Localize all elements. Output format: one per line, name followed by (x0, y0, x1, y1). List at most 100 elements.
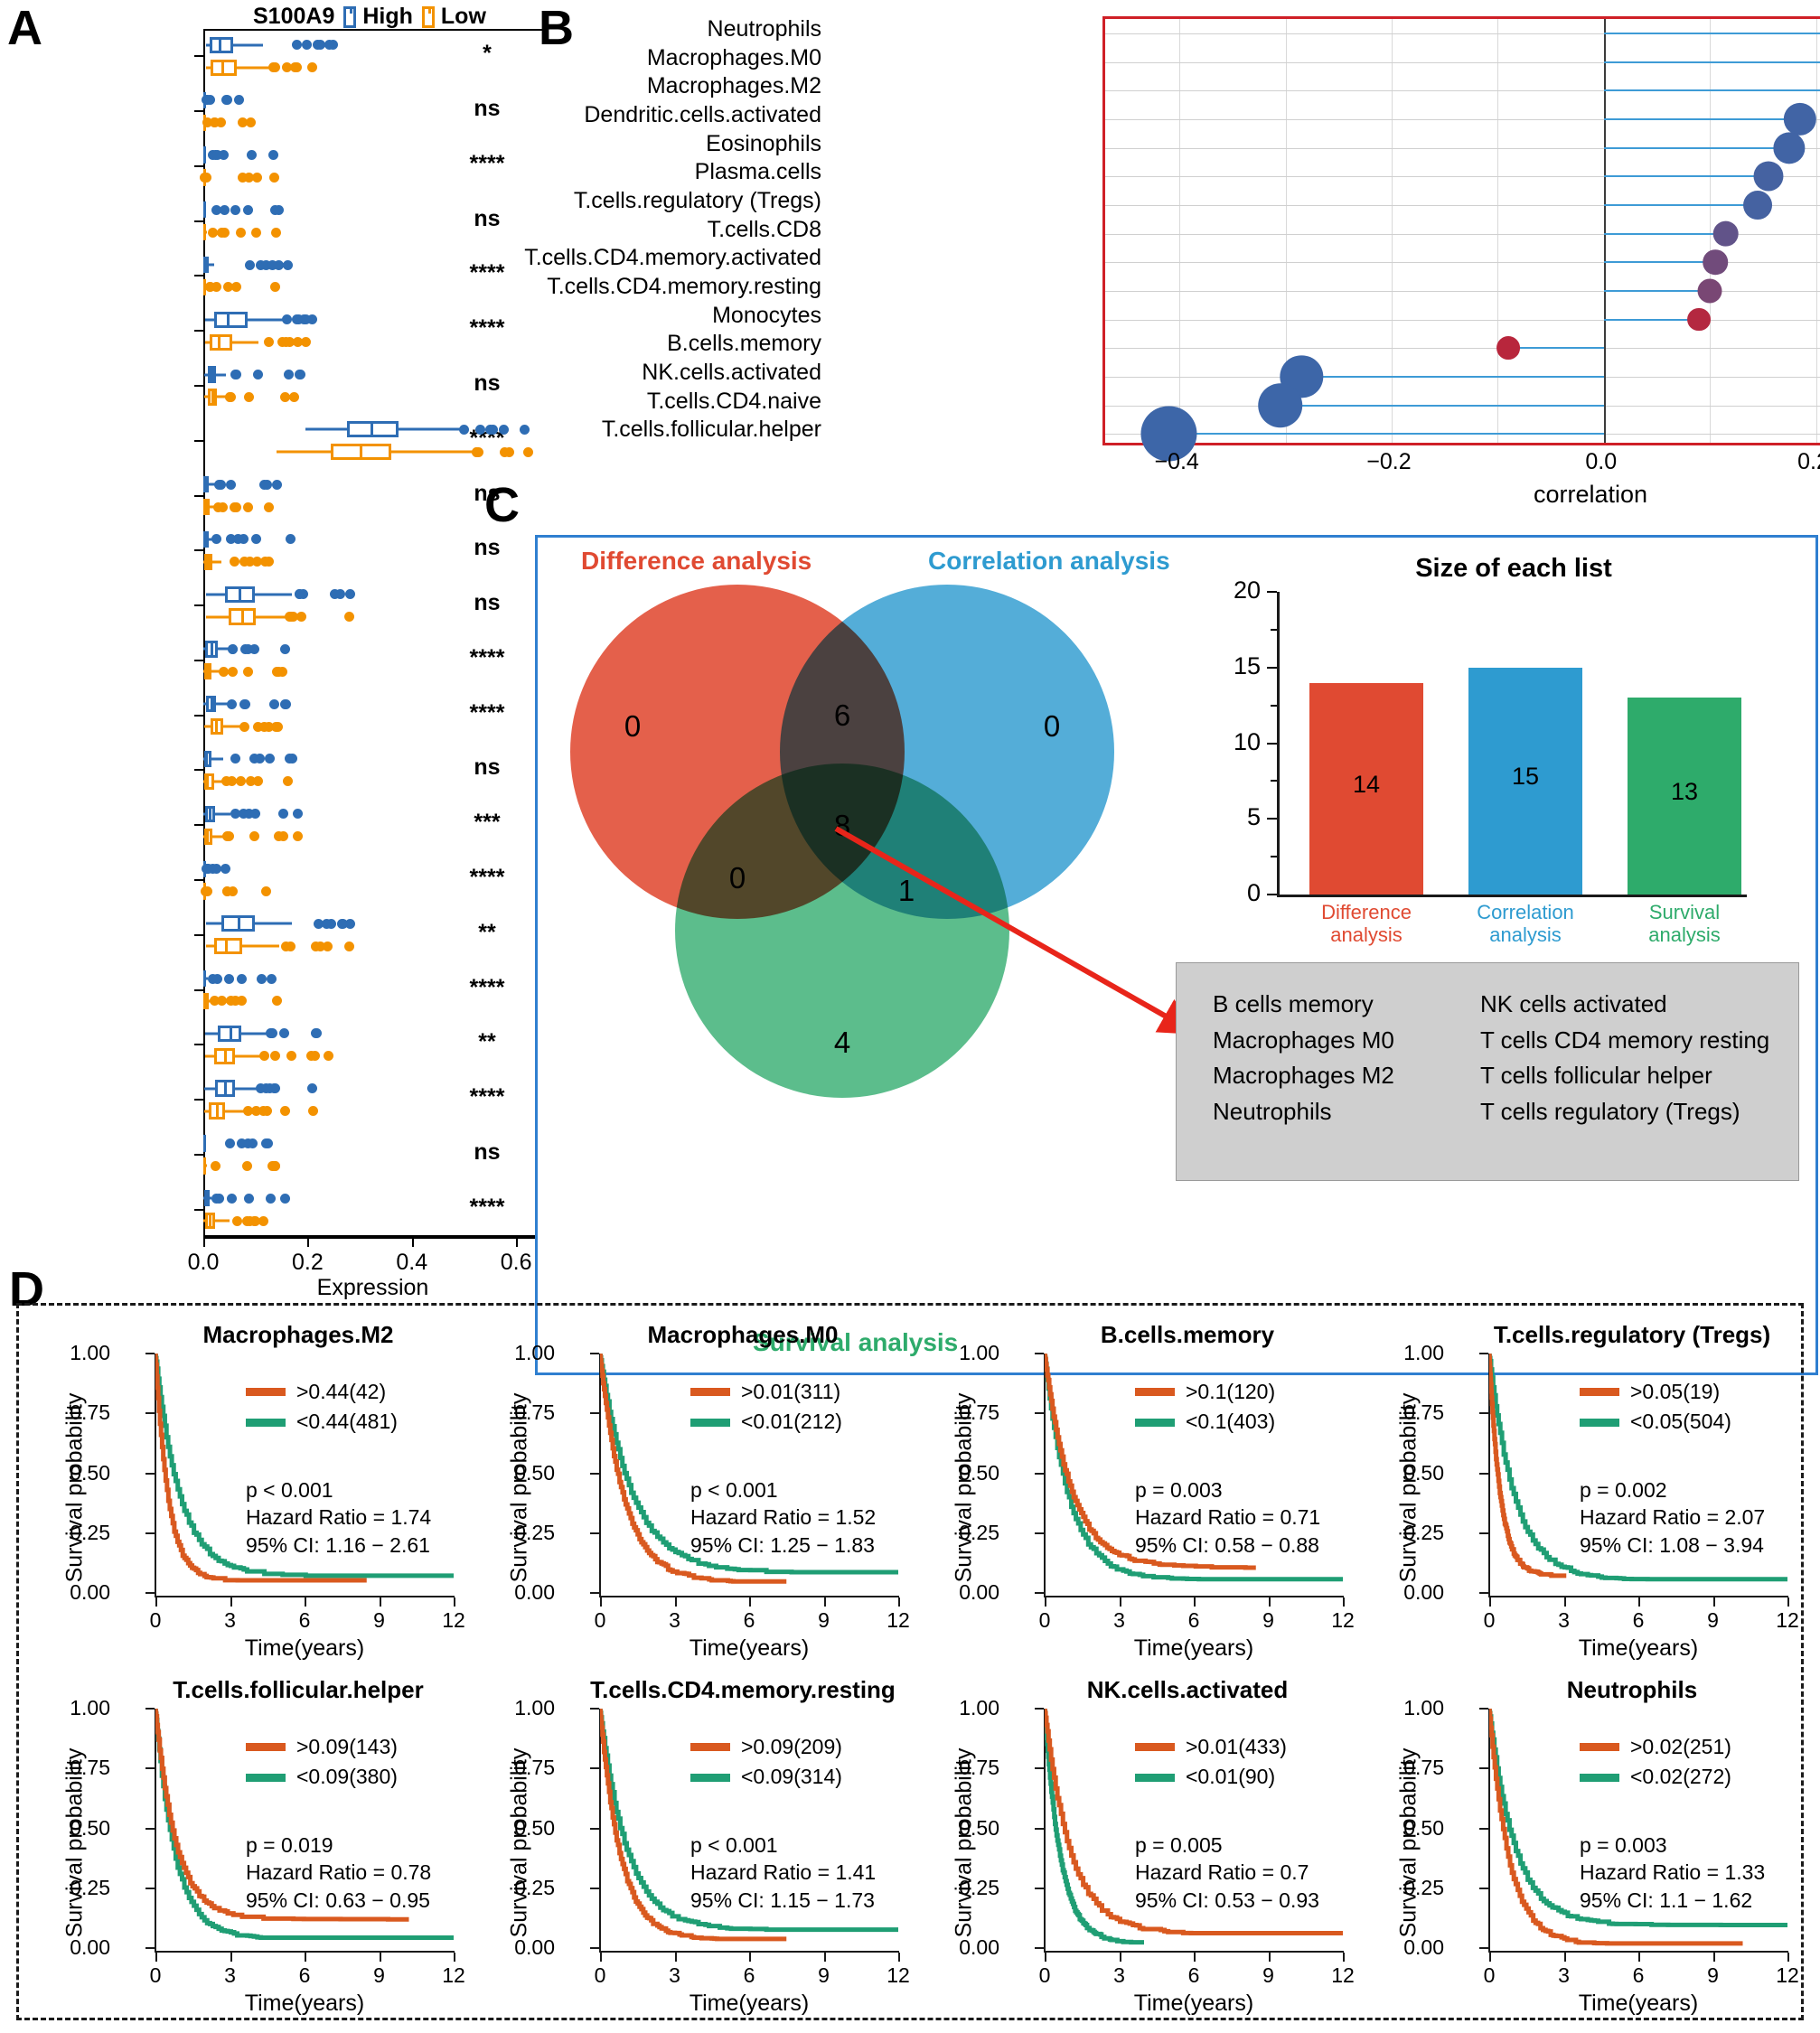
panel-b-point (1742, 190, 1772, 220)
panel-b-stem (1603, 203, 1758, 206)
km-high-swatch (246, 1743, 286, 1752)
panel-a-box-high (0, 805, 542, 822)
panel-a-outlier-point (211, 204, 221, 215)
panel-a-outlier-point (258, 721, 269, 732)
panel-a-outlier-point (227, 1193, 238, 1204)
bar-chart-title: Size of each list (1415, 554, 1612, 583)
km-legend-high: >0.09(143) (246, 1732, 398, 1762)
km-y-title: Survival probability (61, 1747, 88, 1938)
km-x-tick-label: 12 (887, 1608, 910, 1632)
km-x-title: Time(years) (689, 1991, 810, 2016)
km-y-tick (145, 1887, 155, 1889)
km-y-tick-label: 0.00 (514, 1580, 555, 1604)
panel-b-stem (1603, 61, 1820, 63)
km-x-tick (823, 1953, 826, 1962)
panel-a-box-low (0, 608, 542, 625)
km-y-title: Survival probability (61, 1392, 88, 1583)
panel-a-outlier-point (245, 259, 256, 270)
panel-b-point (1712, 220, 1740, 247)
panel-a-outlier-point (239, 721, 249, 732)
panel-a-outlier-point (219, 666, 230, 677)
venn-count-correlation-only: 0 (1043, 709, 1061, 743)
km-legend-high: >0.44(42) (246, 1377, 398, 1407)
panel-a-outlier-point (235, 227, 246, 238)
km-x-tick-label: 3 (669, 1608, 680, 1632)
panel-a-outlier-point (236, 1138, 247, 1148)
km-stats: p < 0.001 Hazard Ratio = 1.74 95% CI: 1.… (246, 1476, 431, 1559)
panel-a-outlier-point (225, 1138, 236, 1148)
km-title: T.cells.CD4.memory.resting (590, 1676, 896, 1703)
km-pvalue: p < 0.001 (246, 1478, 333, 1502)
km-x-tick (155, 1953, 157, 1962)
panel-a-outlier-point (211, 1160, 221, 1171)
km-legend-low: <0.09(380) (246, 1762, 398, 1792)
km-y-tick (590, 1827, 599, 1830)
km-x-tick (749, 1597, 751, 1607)
panel-a-box-high (0, 366, 542, 383)
km-y-tick (590, 1532, 599, 1534)
km-confidence-interval: 95% CI: 0.63 − 0.95 (246, 1888, 430, 1912)
panel-b-zero-line (1603, 19, 1606, 443)
km-x-tick (230, 1597, 232, 1607)
panel-a-outlier-point (223, 973, 234, 984)
km-low-label: <0.09(380) (296, 1765, 398, 1789)
panel-a-outlier-point (247, 1138, 258, 1148)
panel-a: A S100A9 High Low B cells memory* B cell… (0, 0, 542, 1301)
km-plot-2: B.cells.memory 1.00 0.75 0.50 0.25 0.00 … (943, 1321, 1377, 1669)
km-y-tick (590, 1767, 599, 1770)
km-y-tick (1479, 1767, 1488, 1770)
km-legend: >0.02(251) <0.02(272) (1580, 1732, 1731, 1793)
km-x-tick-label: 12 (1331, 1963, 1355, 1987)
km-x-tick (600, 1953, 602, 1962)
km-pvalue: p = 0.019 (246, 1833, 333, 1857)
panel-b-category-label: Monocytes (712, 302, 821, 328)
km-y-tick (145, 1353, 155, 1354)
km-x-tick-label: 3 (669, 1963, 680, 1987)
km-legend: >0.09(143) <0.09(380) (246, 1732, 398, 1793)
panel-a-outlier-point (209, 117, 220, 128)
panel-a-outlier-point (237, 973, 248, 984)
km-hazard-ratio: Hazard Ratio = 0.71 (1135, 1505, 1321, 1530)
km-x-tick-label: 6 (298, 1963, 311, 1987)
panel-a-outlier-point (315, 941, 326, 951)
bar-y-tick-label: 5 (1246, 803, 1261, 831)
km-legend: >0.09(209) <0.09(314) (690, 1732, 842, 1793)
panel-c-letter: C (484, 478, 520, 532)
km-x-tick-label: 3 (1558, 1963, 1570, 1987)
panel-b-category-label: Eosinophils (706, 130, 821, 156)
venn-count-difference-correlation: 6 (833, 698, 851, 732)
km-stats: p = 0.002 Hazard Ratio = 2.07 95% CI: 1.… (1580, 1476, 1765, 1559)
km-low-label: <0.09(314) (741, 1765, 842, 1789)
km-stats: p = 0.003 Hazard Ratio = 1.33 95% CI: 1.… (1580, 1832, 1765, 1914)
panel-a-y-tick (194, 659, 203, 661)
panel-a-box-low (0, 444, 542, 461)
panel-a-outlier-point (285, 941, 296, 951)
panel-a-box-low (0, 938, 542, 955)
panel-a-y-tick (194, 1208, 203, 1211)
km-y-tick-label: 1.00 (70, 1696, 110, 1719)
km-confidence-interval: 95% CI: 0.53 − 0.93 (1135, 1888, 1319, 1912)
panel-b-point (1697, 278, 1722, 304)
boxplot-high-icon (343, 5, 357, 28)
panel-a-outlier-point (211, 1193, 221, 1204)
km-x-tick-label: 12 (1331, 1608, 1355, 1632)
km-title: Macrophages.M0 (647, 1321, 839, 1348)
km-y-tick (145, 1708, 155, 1710)
km-x-tick (454, 1953, 455, 1962)
panel-a-outlier-point (220, 864, 230, 875)
bar-y-tick (1267, 742, 1277, 745)
km-y-title: Survival probability (506, 1392, 532, 1583)
panel-a-outlier-point (285, 534, 296, 545)
panel-b-stem (1301, 375, 1604, 378)
km-stats: p < 0.001 Hazard Ratio = 1.41 95% CI: 1.… (690, 1832, 876, 1914)
panel-a-outlier-point (280, 1193, 291, 1204)
km-y-tick-label: 1.00 (959, 1341, 999, 1364)
km-legend-low: <0.01(90) (1135, 1762, 1287, 1792)
venn-label-correlation: Correlation analysis (928, 547, 1170, 575)
panel-b-point (1783, 102, 1817, 136)
panel-a-outlier-point (267, 973, 277, 984)
km-legend-low: <0.09(314) (690, 1762, 842, 1792)
km-y-tick (145, 1767, 155, 1770)
panel-a-outlier-point (229, 501, 239, 512)
km-y-tick-label: 0.00 (959, 1580, 999, 1604)
